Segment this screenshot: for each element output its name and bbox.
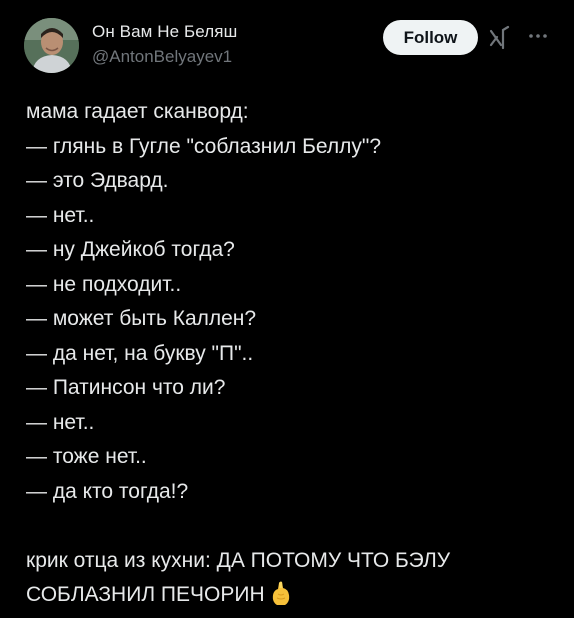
avatar-photo-icon: [24, 18, 79, 73]
punchline-line-1: крик отца из кухни: ДА ПОТОМУ ЧТО БЭЛУ: [26, 548, 451, 572]
post-line: — нет..: [26, 410, 95, 434]
post-line: — нет..: [26, 203, 95, 227]
post-line: мама гадает сканворд:: [26, 100, 249, 123]
post-line: — глянь в Гугле "соблазнил Беллу"?: [26, 134, 382, 158]
author-names: Он Вам Не Беляш @AntonBelyayev1: [92, 22, 237, 68]
post-line: — ну Джейкоб тогда?: [26, 238, 235, 261]
more-options-icon[interactable]: [526, 24, 550, 48]
post-text: мама гадает сканворд: — глянь в Гугле "с…: [26, 95, 556, 613]
post-header: Он Вам Не Беляш @AntonBelyayev1 Follow: [0, 0, 574, 90]
post-line: — Патинсон что ли?: [26, 376, 226, 399]
post-line: — не подходит..: [26, 272, 182, 296]
author-display-name[interactable]: Он Вам Не Беляш: [92, 22, 237, 42]
follow-button[interactable]: Follow: [383, 20, 478, 55]
post-line: — да нет, на букву "П"..: [26, 341, 254, 365]
post-line: — тоже нет..: [26, 445, 147, 468]
author-handle[interactable]: @AntonBelyayev1: [92, 46, 237, 68]
punchline-text: СОБЛАЗНИЛ ПЕЧОРИН: [26, 583, 265, 606]
post-line: — может быть Каллен?: [26, 307, 257, 330]
grok-icon[interactable]: [488, 25, 514, 51]
post-line: — это Эдвард.: [26, 169, 169, 192]
pinched-fingers-emoji-icon: [269, 580, 293, 606]
avatar[interactable]: [24, 18, 79, 73]
post-line: — да кто тогда!?: [26, 479, 189, 503]
punchline-line-2: СОБЛАЗНИЛ ПЕЧОРИН: [26, 578, 556, 613]
